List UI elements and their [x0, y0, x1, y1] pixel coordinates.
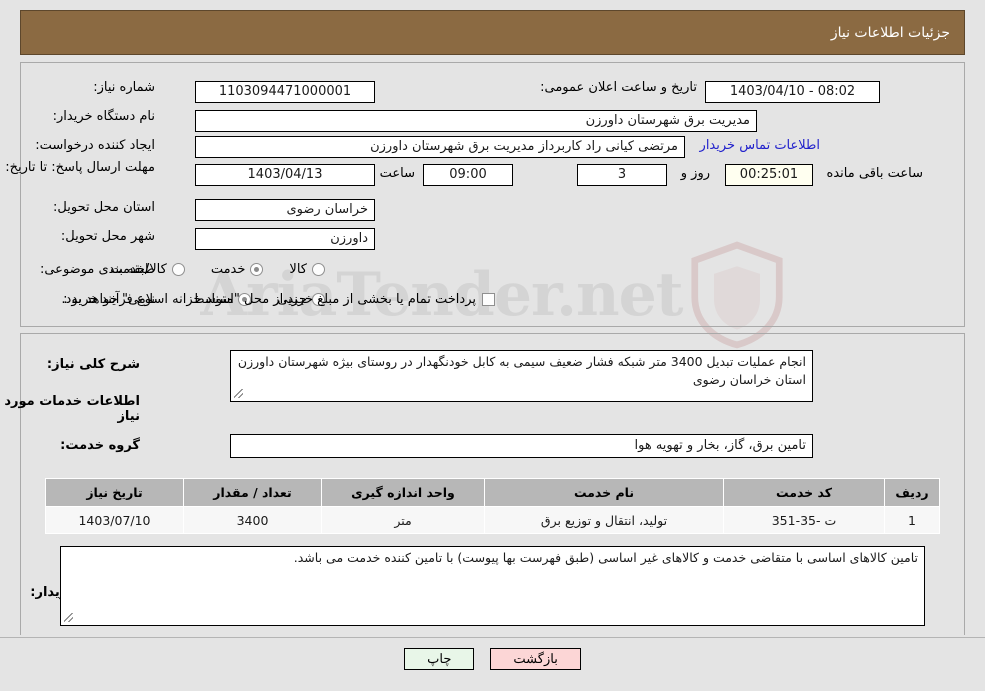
- category-option-kala-khedmat[interactable]: کالا/خدمت: [110, 262, 185, 277]
- countdown-timer-value: 00:25:01: [725, 164, 813, 186]
- treasury-checkbox-row[interactable]: پرداخت تمام یا بخشی از مبلغ خرید،از محل …: [61, 292, 495, 307]
- province-value: خراسان رضوی: [195, 199, 375, 221]
- service-group-value: تامین برق، گاز، بخار و تهویه هوا: [230, 434, 813, 458]
- days-remaining-value: 3: [577, 164, 667, 186]
- province-label: استان محل تحویل:: [53, 200, 155, 215]
- need-number-label: شماره نیاز:: [93, 80, 155, 95]
- city-row: شهر محل تحویل:: [61, 229, 155, 244]
- page-header: جزئیات اطلاعات نیاز: [20, 10, 965, 55]
- buyer-notes-textarea[interactable]: تامین کالاهای اساسی با متقاضی خدمت و کال…: [60, 546, 925, 626]
- buyer-contact-link[interactable]: اطلاعات تماس خریدار: [700, 138, 820, 153]
- announce-date-value: 08:02 - 1403/04/10: [705, 81, 880, 103]
- hour-label: ساعت: [379, 166, 415, 181]
- services-section-heading: اطلاعات خدمات مورد نیاز: [4, 394, 140, 424]
- page-root: جزئیات اطلاعات نیاز AriaTender.net شماره…: [0, 0, 985, 691]
- deadline-label: مهلت ارسال پاسخ: تا تاریخ:: [5, 160, 155, 175]
- announce-date-label: تاریخ و ساعت اعلان عمومی:: [540, 80, 697, 95]
- buyer-org-row: نام دستگاه خریدار:: [53, 109, 155, 124]
- treasury-checkbox-label: پرداخت تمام یا بخشی از مبلغ خرید،از محل …: [61, 292, 476, 307]
- radio-kala-khedmat[interactable]: [171, 263, 185, 276]
- footer-divider: [0, 637, 985, 638]
- creator-row: ایجاد کننده درخواست:: [35, 138, 155, 153]
- category-radio-group: کالا خدمت کالا/خدمت: [110, 262, 325, 277]
- timer-suffix-label: ساعت باقی مانده: [826, 166, 923, 181]
- announce-date-row: تاریخ و ساعت اعلان عمومی:: [540, 80, 697, 95]
- city-value: داورزن: [195, 228, 375, 250]
- category-option-kala[interactable]: کالا: [289, 262, 325, 277]
- category-option-label-2: کالا/خدمت: [110, 262, 167, 277]
- days-suffix-label: روز و: [680, 166, 710, 181]
- description-label: شرح کلی نیاز:: [46, 357, 140, 372]
- need-number-value: 1103094471000001: [195, 81, 375, 103]
- province-row: استان محل تحویل:: [53, 200, 155, 215]
- category-option-label-0: کالا: [289, 262, 307, 277]
- need-number-row: شماره نیاز:: [93, 80, 155, 95]
- hour-value: 09:00: [423, 164, 513, 186]
- print-button[interactable]: چاپ: [404, 648, 475, 670]
- page-title: جزئیات اطلاعات نیاز: [830, 24, 950, 41]
- category-option-khedmat[interactable]: خدمت: [211, 262, 264, 277]
- service-group-label: گروه خدمت:: [60, 438, 140, 453]
- radio-khedmat[interactable]: [250, 263, 264, 276]
- back-button[interactable]: بازگشت: [490, 648, 581, 670]
- deadline-row: مهلت ارسال پاسخ: تا تاریخ:: [0, 160, 155, 175]
- category-option-label-1: خدمت: [210, 262, 246, 277]
- buyer-org-label: نام دستگاه خریدار:: [52, 109, 155, 124]
- buyer-org-value: مدیریت برق شهرستان داورزن: [195, 110, 757, 132]
- checkbox-treasury-docs[interactable]: [482, 293, 495, 306]
- footer-actions: بازگشت چاپ: [0, 648, 985, 670]
- city-label: شهر محل تحویل:: [60, 229, 155, 244]
- creator-label: ایجاد کننده درخواست:: [35, 138, 155, 153]
- radio-kala[interactable]: [312, 263, 325, 276]
- deadline-date-value: 1403/04/13: [195, 164, 375, 186]
- description-textarea[interactable]: انجام عملیات تبدیل 3400 متر شبکه فشار ضع…: [230, 350, 813, 402]
- creator-value: مرتضی کیانی راد کاربرداز مدیریت برق شهرس…: [195, 136, 685, 158]
